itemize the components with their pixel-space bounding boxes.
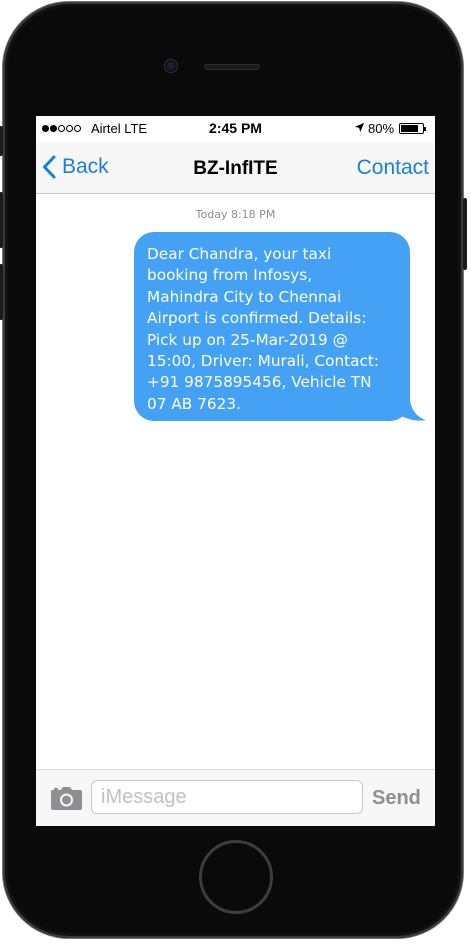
battery-icon: [399, 123, 426, 134]
conversation-header: Back BZ-InfITE Contact: [36, 142, 435, 194]
message-bubble[interactable]: Dear Chandra, your taxi booking from Inf…: [134, 232, 410, 421]
earpiece-speaker: [204, 64, 260, 70]
home-button[interactable]: [199, 840, 273, 914]
message-input[interactable]: [91, 780, 363, 814]
mute-switch: [0, 126, 3, 156]
power-button: [463, 198, 467, 270]
contact-button[interactable]: Contact: [357, 156, 429, 180]
status-bar: Airtel LTE 2:45 PM 80%: [36, 116, 435, 142]
send-button[interactable]: Send: [372, 787, 421, 810]
compose-bar: Send: [36, 769, 435, 826]
front-camera: [165, 60, 177, 72]
volume-up-button: [0, 192, 3, 248]
camera-icon[interactable]: [51, 787, 82, 810]
battery-percent: 80%: [368, 121, 395, 136]
message-timestamp: Today 8:18 PM: [195, 208, 276, 221]
phone-screen: Airtel LTE 2:45 PM 80% Back BZ-InfITE Co…: [36, 116, 435, 826]
volume-down-button: [0, 264, 3, 320]
location-arrow-icon: [354, 122, 365, 133]
bubble-tail: [398, 398, 426, 421]
